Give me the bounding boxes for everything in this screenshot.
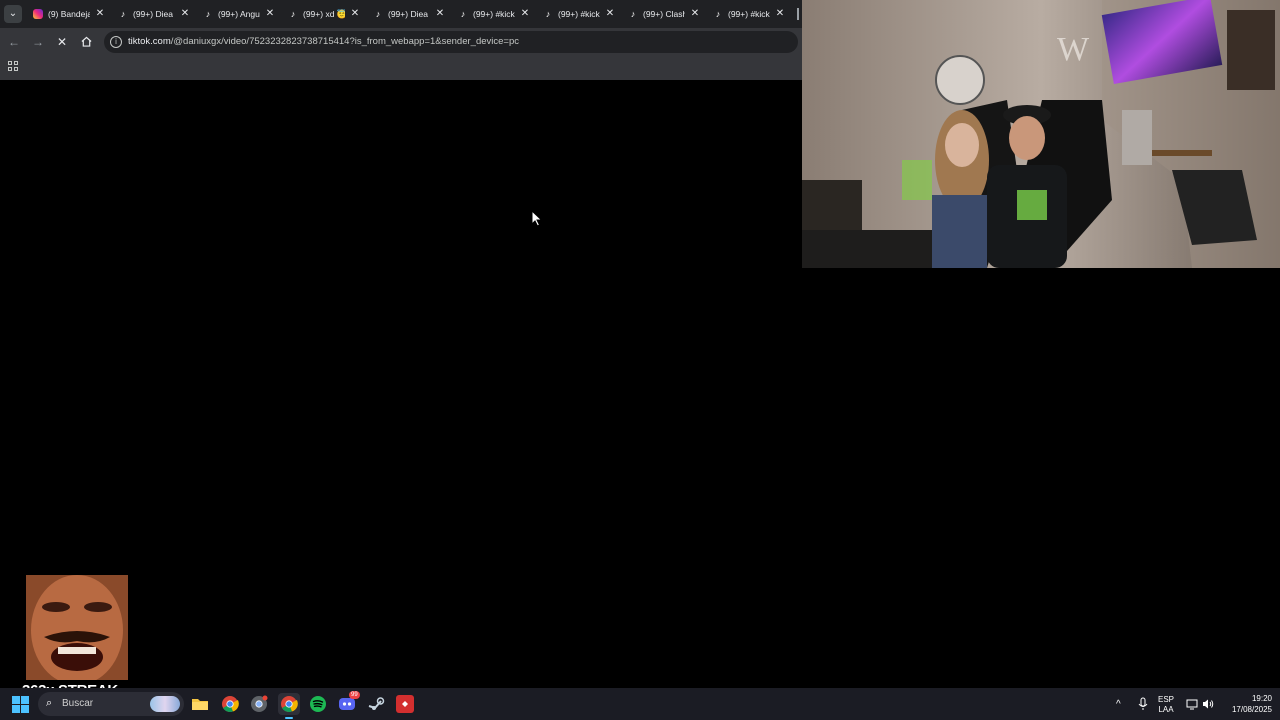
chrome-profile-button[interactable] bbox=[248, 693, 270, 715]
chrome-icon bbox=[281, 696, 298, 712]
file-explorer-button[interactable] bbox=[189, 693, 211, 715]
tab-overflow-edge bbox=[797, 8, 799, 20]
chrome-button[interactable] bbox=[219, 693, 241, 715]
address-bar[interactable]: i tiktok.com/@daniuxgx/video/75232328237… bbox=[104, 31, 798, 53]
taskbar: ⌕ Buscar 99 ^ ESP LAA 19:20 17/08/2025 bbox=[0, 688, 1280, 720]
tab-tiktok[interactable]: ♪ (99+) Diea ✕ bbox=[113, 3, 197, 25]
spotify-button[interactable] bbox=[307, 693, 329, 715]
language-code: ESP bbox=[1158, 695, 1175, 704]
chrome-active-button[interactable] bbox=[278, 693, 300, 719]
tiktok-icon: ♪ bbox=[630, 9, 636, 19]
close-icon[interactable]: ✕ bbox=[689, 3, 701, 25]
tiktok-icon: ♪ bbox=[545, 9, 551, 19]
tab-strip: ⌄ (9) Bandeja ✕ ♪ (99+) Diea ✕ ♪ (99+) A… bbox=[0, 0, 802, 28]
chrome-dark-icon bbox=[251, 695, 268, 712]
tab-title: (99+) Diea bbox=[388, 9, 428, 19]
tab-title: (99+) Clash bbox=[643, 9, 685, 19]
tab-title: (99+) #kick bbox=[473, 9, 515, 19]
close-icon[interactable]: ✕ bbox=[604, 3, 616, 25]
close-icon: ✕ bbox=[56, 35, 68, 49]
spotify-icon bbox=[310, 696, 326, 712]
tiktok-icon: ♪ bbox=[375, 9, 381, 19]
keyboard-layout: LAA bbox=[1158, 705, 1174, 714]
url-path: /@daniuxgx/video/7523232823738715414?is_… bbox=[170, 36, 519, 47]
emote-image bbox=[26, 575, 128, 680]
network-icon bbox=[1186, 699, 1198, 710]
chevron-up-icon: ^ bbox=[1116, 699, 1121, 710]
home-icon bbox=[81, 36, 91, 47]
folder-icon bbox=[192, 699, 208, 710]
back-button[interactable]: ← bbox=[5, 33, 23, 51]
close-icon[interactable]: ✕ bbox=[434, 3, 446, 25]
taskbar-search[interactable]: ⌕ Buscar bbox=[38, 692, 184, 716]
tiktok-icon: ♪ bbox=[460, 9, 466, 19]
tiktok-icon: ♪ bbox=[205, 9, 211, 19]
close-icon[interactable]: ✕ bbox=[774, 3, 786, 25]
tiktok-icon: ♪ bbox=[715, 9, 721, 19]
record-app-icon bbox=[396, 695, 414, 713]
tab-title: (99+) Diea bbox=[133, 9, 173, 19]
tab-title: (99+) xd 😇 bbox=[303, 9, 345, 19]
steam-icon bbox=[368, 697, 385, 710]
tab-title: (9) Bandeja bbox=[48, 9, 90, 19]
arrow-left-icon: ← bbox=[8, 35, 20, 49]
language-switcher[interactable]: ESP LAA bbox=[1158, 695, 1174, 715]
tiktok-icon: ♪ bbox=[120, 9, 126, 19]
search-icon: ⌕ bbox=[46, 697, 53, 709]
search-highlight-image bbox=[150, 696, 180, 712]
webcam-image: W bbox=[802, 0, 1280, 268]
tab-instagram[interactable]: (9) Bandeja ✕ bbox=[28, 3, 112, 25]
close-icon[interactable]: ✕ bbox=[179, 3, 191, 25]
tab-tiktok[interactable]: ♪ (99+) Diea ✕ bbox=[368, 3, 452, 25]
close-icon[interactable]: ✕ bbox=[349, 3, 361, 25]
tab-tiktok[interactable]: ♪ (99+) #kick ✕ bbox=[453, 3, 537, 25]
notification-badge: 99 bbox=[349, 691, 360, 699]
tab-title: (99+) #kick bbox=[728, 9, 770, 19]
close-icon[interactable]: ✕ bbox=[519, 3, 531, 25]
tab-tiktok[interactable]: ♪ (99+) Angu ✕ bbox=[198, 3, 282, 25]
url-domain: tiktok.com bbox=[128, 36, 171, 47]
clock-time: 19:20 bbox=[1251, 694, 1272, 703]
volume-button[interactable] bbox=[1202, 698, 1215, 712]
recorder-app-button[interactable] bbox=[394, 693, 416, 715]
apps-grid-icon[interactable] bbox=[8, 61, 19, 72]
instagram-icon bbox=[33, 9, 43, 19]
search-placeholder: Buscar bbox=[62, 698, 94, 709]
tab-tiktok[interactable]: ♪ (99+) #kick ✕ bbox=[538, 3, 622, 25]
forward-button[interactable]: → bbox=[29, 33, 47, 51]
tab-search-button[interactable]: ⌄ bbox=[4, 5, 22, 23]
tab-title: (99+) #kick bbox=[558, 9, 600, 19]
tab-tiktok[interactable]: ♪ (99+) #kick ✕ bbox=[708, 3, 792, 25]
discord-button[interactable]: 99 bbox=[336, 691, 360, 715]
tab-tiktok[interactable]: ♪ (99+) Clash ✕ bbox=[623, 3, 707, 25]
navigation-bar: ← → ✕ i tiktok.com/@daniuxgx/video/75232… bbox=[0, 28, 802, 56]
tiktok-icon: ♪ bbox=[290, 9, 296, 19]
tab-tiktok[interactable]: ♪ (99+) xd 😇 ✕ bbox=[283, 3, 367, 25]
steam-button[interactable] bbox=[365, 693, 387, 715]
stop-button[interactable]: ✕ bbox=[53, 33, 71, 51]
microphone-button[interactable] bbox=[1137, 697, 1149, 713]
clock[interactable]: 19:20 17/08/2025 bbox=[1218, 693, 1272, 715]
speaker-icon bbox=[1203, 699, 1214, 709]
address-url: tiktok.com/@daniuxgx/video/7523232823738… bbox=[128, 31, 519, 53]
microphone-icon bbox=[1138, 697, 1148, 710]
start-button[interactable] bbox=[12, 696, 29, 713]
home-button[interactable] bbox=[77, 33, 95, 51]
chrome-icon bbox=[222, 696, 239, 712]
show-hidden-icons-button[interactable]: ^ bbox=[1116, 699, 1121, 710]
close-icon[interactable]: ✕ bbox=[94, 3, 106, 25]
mouse-pointer-icon bbox=[531, 210, 543, 227]
svg-text:W: W bbox=[1057, 31, 1090, 68]
browser-window: ⌄ (9) Bandeja ✕ ♪ (99+) Diea ✕ ♪ (99+) A… bbox=[0, 0, 802, 80]
clock-date: 17/08/2025 bbox=[1231, 705, 1272, 714]
tab-title: (99+) Angu bbox=[218, 9, 260, 19]
bookmarks-bar bbox=[0, 56, 802, 80]
arrow-right-icon: → bbox=[32, 35, 44, 49]
close-icon[interactable]: ✕ bbox=[264, 3, 276, 25]
site-info-icon[interactable]: i bbox=[110, 36, 122, 48]
network-button[interactable] bbox=[1186, 698, 1198, 712]
webcam-feed: W bbox=[802, 0, 1280, 268]
